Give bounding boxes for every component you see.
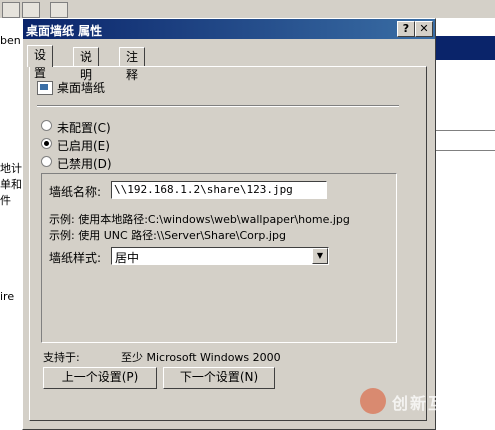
radio-label[interactable]: 已启用(E) <box>57 137 110 154</box>
left-fragment: 件 <box>0 194 11 207</box>
example-local-path: 示例: 使用本地路径:C:\windows\web\wallpaper\home… <box>49 213 350 226</box>
filter-toolbar-icon[interactable] <box>50 2 68 18</box>
close-button[interactable]: ✕ <box>415 21 433 37</box>
previous-setting-button[interactable]: 上一个设置(P) <box>43 367 157 389</box>
radio-circle[interactable] <box>41 120 52 131</box>
left-fragment: 单和 <box>0 178 22 191</box>
policy-name: 桌面墙纸 <box>57 81 106 95</box>
background-selected-row <box>436 36 495 60</box>
wallpaper-style-label: 墙纸样式: <box>49 251 102 265</box>
left-fragment: ben <box>0 34 21 47</box>
wallpaper-style-select[interactable]: 居中 ▼ <box>111 247 329 265</box>
watermark-logo-icon <box>360 388 386 414</box>
radio-circle[interactable] <box>41 156 52 167</box>
radio-label[interactable]: 已禁用(D) <box>57 155 112 172</box>
dialog-title: 桌面墙纸 属性 <box>26 24 103 38</box>
radio-label[interactable]: 未配置(C) <box>57 119 111 136</box>
supported-on-value: 至少 Microsoft Windows 2000 <box>121 351 281 364</box>
left-fragment: ire <box>0 290 15 303</box>
help-toolbar-icon[interactable] <box>2 2 20 18</box>
view-toolbar-icon[interactable] <box>22 2 40 18</box>
background-right-pane <box>436 18 495 430</box>
next-setting-button[interactable]: 下一个设置(N) <box>163 367 275 389</box>
tab-comment[interactable]: 注释 <box>119 47 146 82</box>
help-button[interactable]: ? <box>397 21 415 37</box>
dialog-titlebar[interactable]: 桌面墙纸 属性 ? ✕ <box>23 19 435 39</box>
left-fragment: 地计 <box>0 162 22 175</box>
background-left-pane: ben 地计 单和 件 ire <box>0 18 23 430</box>
header-divider <box>37 105 399 107</box>
background-divider <box>436 130 495 131</box>
properties-dialog: 桌面墙纸 属性 ? ✕ 设置 说明 注释 桌面墙纸 未配置(C) 已启用(E) … <box>22 18 436 430</box>
watermark-text: 创新互联 <box>392 394 465 413</box>
background-divider <box>436 150 495 151</box>
supported-on-label: 支持于: <box>43 351 80 364</box>
wallpaper-name-input[interactable]: \\192.168.1.2\share\123.jpg <box>111 181 327 199</box>
policy-setting-icon <box>37 81 53 95</box>
wallpaper-name-label: 墙纸名称: <box>49 185 102 199</box>
tab-settings[interactable]: 设置 <box>27 45 54 80</box>
background-toolbar <box>0 0 495 18</box>
wallpaper-style-value: 居中 <box>115 251 140 265</box>
watermark: 创新互联 <box>360 386 490 416</box>
tab-explain[interactable]: 说明 <box>73 47 100 82</box>
chevron-down-icon[interactable]: ▼ <box>312 248 328 264</box>
radio-circle[interactable] <box>41 138 52 149</box>
example-unc-path: 示例: 使用 UNC 路径:\\Server\Share\Corp.jpg <box>49 229 286 242</box>
